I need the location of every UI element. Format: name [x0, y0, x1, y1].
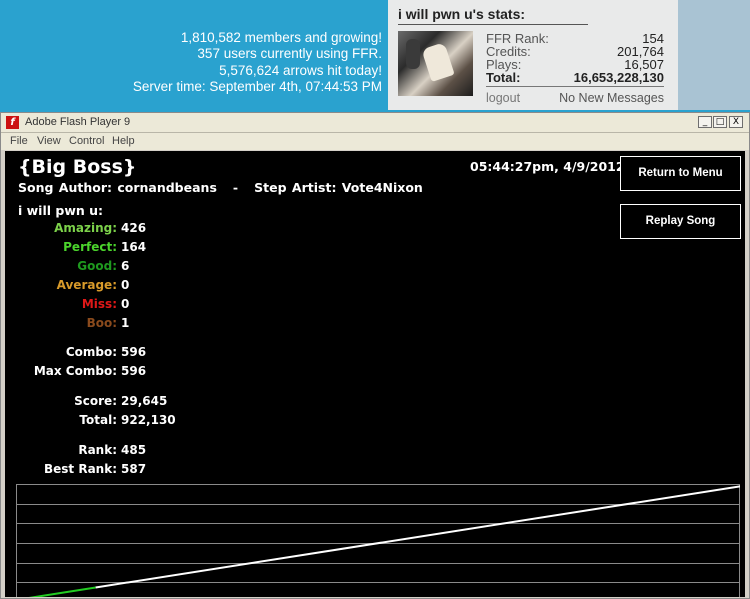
- avatar-figure: [406, 39, 420, 69]
- result-value: 485: [121, 443, 147, 457]
- avatar[interactable]: [398, 31, 473, 96]
- score-graph: [16, 484, 740, 597]
- song-title: {Big Boss}: [18, 156, 137, 178]
- menu-view[interactable]: View: [37, 135, 61, 147]
- timestamp: 05:44:27pm, 4/9/2012: [470, 159, 625, 174]
- result-value: 426: [121, 221, 147, 235]
- result-total: Total: 922,130: [5, 413, 205, 431]
- window-title: Adobe Flash Player 9: [25, 116, 131, 128]
- graph-line-late: [95, 485, 740, 589]
- user-stats-title: i will pwn u's stats:: [398, 6, 588, 25]
- result-value: 1: [121, 316, 130, 330]
- flash-icon: f: [6, 116, 19, 129]
- result-combo: Combo: 596: [5, 345, 205, 363]
- result-amazing: Amazing: 426: [5, 221, 205, 239]
- result-label: Average:: [56, 278, 117, 292]
- title-bar[interactable]: f Adobe Flash Player 9 _ □ X: [1, 113, 749, 133]
- server-time: Server time: September 4th, 07:44:53 PM: [132, 78, 382, 94]
- result-label: Total:: [79, 413, 117, 427]
- replay-song-button[interactable]: Replay Song: [620, 204, 741, 239]
- result-label: Amazing:: [54, 221, 117, 235]
- flash-player-window: f Adobe Flash Player 9 _ □ X File View C…: [0, 112, 750, 599]
- result-label: Good:: [77, 259, 117, 273]
- game-results-screen: {Big Boss} Song Author: cornandbeans - S…: [5, 151, 745, 597]
- result-good: Good: 6: [5, 259, 205, 277]
- arrows-hit: 5,576,624 arrows hit today!: [219, 62, 382, 78]
- result-average: Average: 0: [5, 278, 205, 296]
- return-to-menu-button[interactable]: Return to Menu: [620, 156, 741, 191]
- result-label: Score:: [74, 394, 117, 408]
- menu-bar: File View Control Help: [1, 133, 749, 150]
- graph-line-early: [28, 586, 96, 597]
- close-button[interactable]: X: [729, 116, 743, 128]
- result-score: Score: 29,645: [5, 394, 205, 412]
- user-stats-panel: i will pwn u's stats: FFR Rank: 154 Cred…: [388, 0, 678, 110]
- logout-link[interactable]: logout: [486, 91, 520, 105]
- result-value: 6: [121, 259, 130, 273]
- result-label: Rank:: [78, 443, 117, 457]
- result-best-rank: Best Rank: 587: [5, 462, 205, 480]
- header-decoration: [678, 0, 750, 110]
- song-credits: Song Author: cornandbeans - Step Artist:…: [18, 180, 423, 195]
- messages-link[interactable]: No New Messages: [559, 91, 664, 105]
- result-value: 596: [121, 364, 147, 378]
- result-label: Max Combo:: [33, 364, 117, 378]
- result-perfect: Perfect: 164: [5, 240, 205, 258]
- result-max-combo: Max Combo: 596: [5, 364, 205, 382]
- maximize-button[interactable]: □: [713, 116, 727, 128]
- result-value: 164: [121, 240, 147, 254]
- result-boo: Boo: 1: [5, 316, 205, 334]
- result-value: 922,130: [121, 413, 176, 427]
- result-miss: Miss: 0: [5, 297, 205, 315]
- members-count: 1,810,582 members and growing!: [180, 30, 382, 45]
- result-value: 0: [121, 297, 130, 311]
- graph-grid: [16, 484, 740, 597]
- menu-help[interactable]: Help: [112, 135, 135, 147]
- stat-value: 16,653,228,130: [573, 70, 664, 85]
- site-stats: 1,810,582 members and growing! 357 users…: [133, 30, 382, 95]
- stat-row-total: Total: 16,653,228,130: [486, 70, 664, 87]
- result-value: 596: [121, 345, 147, 359]
- result-value: 587: [121, 462, 147, 476]
- result-value: 29,645: [121, 394, 168, 408]
- result-label: Miss:: [81, 297, 117, 311]
- result-label: Boo:: [86, 316, 117, 330]
- player-name: i will pwn u:: [18, 203, 104, 218]
- menu-control[interactable]: Control: [69, 135, 104, 147]
- result-rank: Rank: 485: [5, 443, 205, 461]
- result-label: Best Rank:: [43, 462, 117, 476]
- graph-frame: [16, 484, 740, 597]
- result-value: 0: [121, 278, 130, 292]
- users-online: 357 users currently using FFR.: [197, 46, 382, 62]
- stat-label: Total:: [486, 70, 521, 85]
- menu-file[interactable]: File: [10, 135, 28, 147]
- avatar-figure: [421, 42, 455, 82]
- result-label: Combo:: [65, 345, 117, 359]
- minimize-button[interactable]: _: [698, 116, 712, 128]
- result-label: Perfect:: [63, 240, 117, 254]
